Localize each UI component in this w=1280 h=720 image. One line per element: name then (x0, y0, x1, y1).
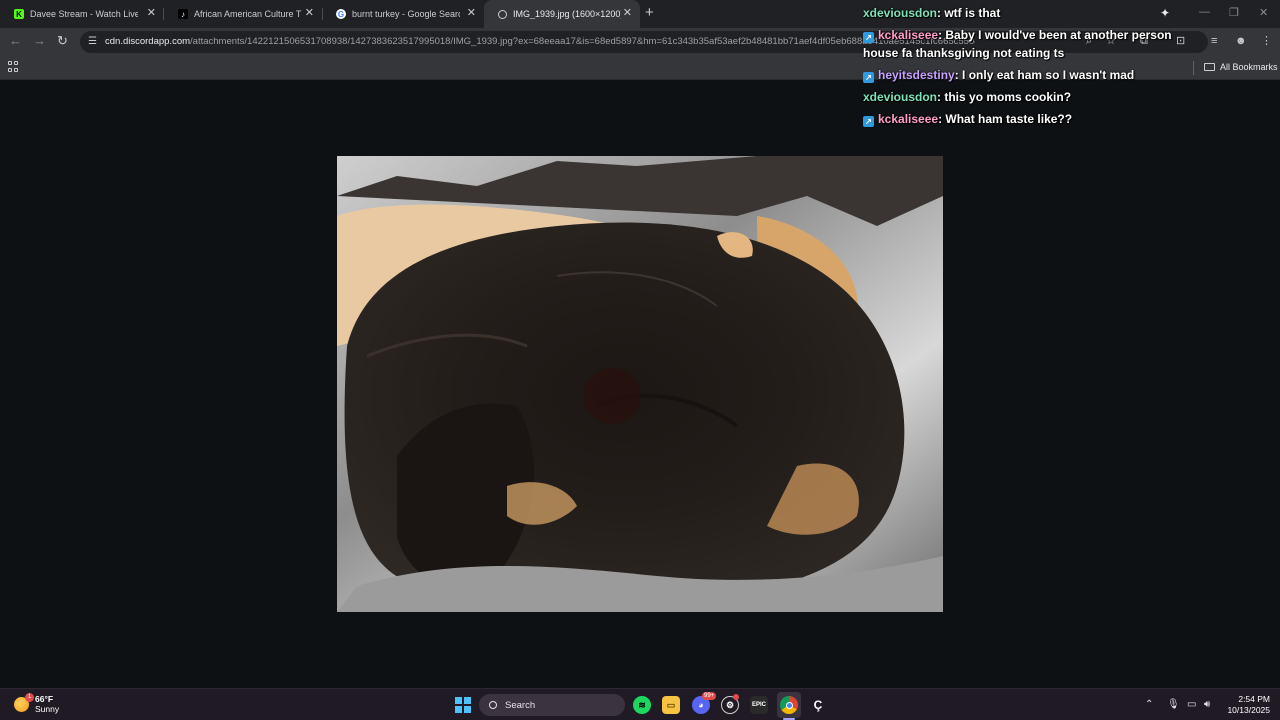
subscriber-badge-icon: ↗ (863, 116, 874, 127)
chevron-up-icon[interactable]: ⌃ (1145, 699, 1153, 711)
start-windows-icon[interactable] (455, 697, 471, 713)
globe-icon (498, 9, 507, 19)
search-icon (489, 701, 497, 709)
chat-message: ↗ kckaliseee: What ham taste like?? (860, 110, 1205, 128)
apps-grid-icon[interactable] (8, 61, 19, 72)
forward-icon[interactable]: → (33, 34, 46, 48)
image-viewer (0, 81, 1280, 688)
chrome-icon[interactable] (780, 696, 798, 714)
kick-icon: K (14, 9, 24, 19)
reading-list-icon[interactable]: ≡ (1211, 35, 1217, 47)
logitech-ghub-icon[interactable]: Ç (809, 696, 827, 714)
volume-icon[interactable]: 🔊︎ (1204, 699, 1210, 711)
google-icon: G (336, 9, 346, 19)
back-icon[interactable]: ← (9, 34, 22, 48)
reload-icon[interactable]: ↻ (57, 34, 68, 48)
close-tab-icon[interactable]: ✕ (147, 8, 156, 19)
steam-notification-dot (733, 694, 739, 700)
chat-message: ↗ heyitsdestiny: I only eat ham so I wasn… (860, 66, 1205, 84)
epic-games-icon[interactable]: EPIC (750, 696, 768, 714)
system-clock[interactable]: 2:54 PM 10/13/2025 (1222, 694, 1270, 716)
tab-kick[interactable]: K Davee Stream - Watch Live on Kick ✕ (0, 0, 164, 28)
all-bookmarks-button[interactable]: All Bookmarks (1204, 62, 1278, 72)
taskbar-search[interactable]: Search (479, 694, 625, 716)
close-tab-icon[interactable]: ✕ (623, 8, 632, 19)
tab-tiktok[interactable]: ♪ African American Culture Through ✕ (164, 0, 322, 28)
weather-widget[interactable]: 1 66°F Sunny (14, 692, 59, 714)
spotify-icon[interactable]: ≋ (633, 696, 651, 714)
close-tab-icon[interactable]: ✕ (305, 8, 314, 19)
tab-image[interactable]: IMG_1939.jpg (1600×1200) ✕ (484, 0, 640, 28)
chat-message: ↗ kckaliseee: Baby I would've been at ano… (863, 28, 1172, 60)
microphone-icon[interactable]: 🎙︎ (1167, 699, 1180, 711)
url-text[interactable]: cdn.discordapp.com/attachments/142212150… (105, 36, 975, 47)
tiktok-icon: ♪ (178, 9, 188, 19)
screen: K Davee Stream - Watch Live on Kick ✕ ♪ … (0, 0, 1280, 720)
notification-badge: 1 (25, 692, 34, 702)
folder-icon (1204, 63, 1215, 71)
chat-message: xdeviousdon: this yo moms cookin? (863, 90, 1072, 104)
file-explorer-icon[interactable]: ▭ (662, 696, 680, 714)
windows-taskbar: 1 66°F Sunny Search ≋ ▭ ◕ 99+ ⚙ EPIC Ç ⌃… (0, 688, 1280, 720)
close-tab-icon[interactable]: ✕ (467, 8, 476, 19)
discord-badge: 99+ (702, 692, 717, 700)
menu-kebab-icon[interactable]: ⋮ (1261, 35, 1272, 47)
maximize-icon[interactable]: ❐ (1229, 6, 1239, 19)
profile-avatar-icon[interactable]: ☻ (1235, 35, 1247, 47)
close-window-icon[interactable]: ✕ (1259, 6, 1268, 19)
new-tab-icon[interactable]: + (645, 5, 654, 20)
subscriber-badge-icon: ↗ (863, 32, 874, 43)
sun-icon: 1 (14, 692, 34, 712)
tab-google[interactable]: G burnt turkey - Google Search ✕ (322, 0, 484, 28)
burnt-turkey-photo[interactable] (337, 156, 943, 612)
subscriber-badge-icon: ↗ (863, 72, 874, 83)
chat-message: xdeviousdon: wtf is that (863, 6, 1001, 20)
burnt-turkey-illustration (337, 156, 943, 612)
network-icon[interactable]: ▭ (1187, 699, 1196, 711)
site-info-icon[interactable]: ☰ (88, 36, 97, 47)
stream-chat-overlay: xdeviousdon: wtf is that ↗ kckaliseee: Ba… (860, 4, 1205, 128)
